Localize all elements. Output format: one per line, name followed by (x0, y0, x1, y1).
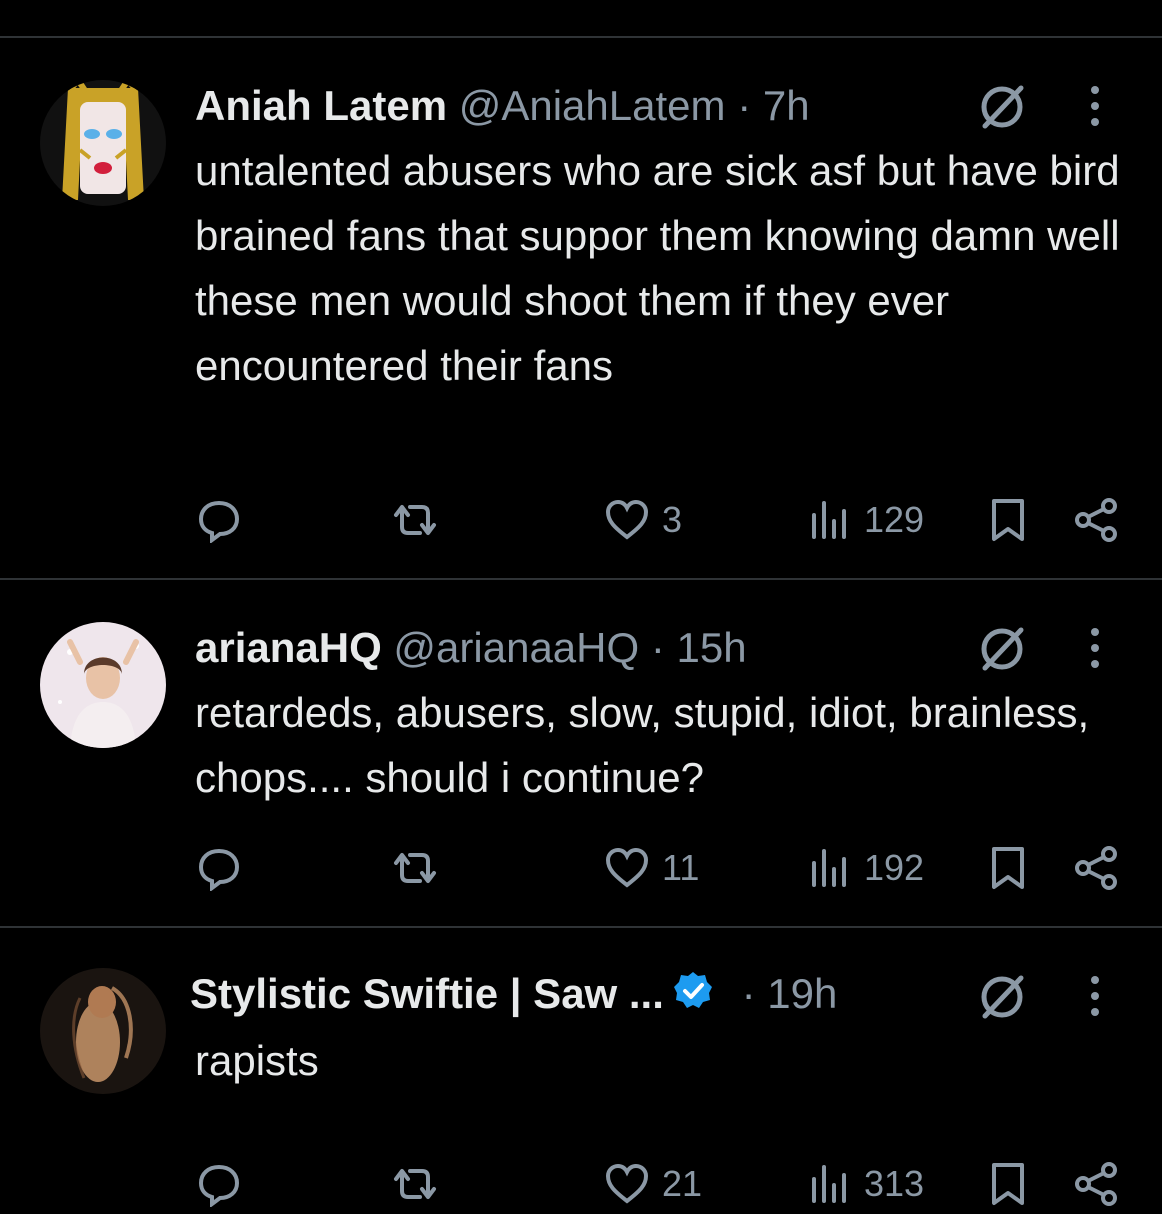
tweet-header: Stylistic Swiftie | Saw ... · 19h (190, 968, 837, 1024)
like-icon (605, 847, 649, 888)
tweet-header: arianaHQ @arianaaHQ · 15h (195, 622, 747, 674)
grok-icon[interactable] (975, 622, 1029, 676)
reply-icon (198, 1164, 240, 1207)
more-icon[interactable] (1080, 970, 1110, 1024)
display-name[interactable]: Stylistic Swiftie | Saw ... (190, 970, 664, 1017)
share-icon (1075, 846, 1117, 890)
retweet-icon (394, 1169, 436, 1199)
like-count: 3 (662, 499, 683, 540)
views-button[interactable]: 129 (806, 490, 924, 550)
like-count: 11 (662, 847, 700, 888)
like-icon (605, 1163, 649, 1204)
bookmark-button[interactable] (988, 490, 1028, 550)
tweet-text: untalented abusers who are sick asf but … (195, 147, 1120, 389)
timestamp[interactable]: 19h (767, 970, 837, 1017)
retweet-button[interactable] (390, 838, 440, 898)
timestamp[interactable]: 7h (763, 82, 810, 129)
more-icon[interactable] (1080, 622, 1110, 676)
tweet-header: Aniah Latem @AniahLatem · 7h (195, 80, 810, 132)
verified-icon (672, 970, 714, 1024)
like-button[interactable]: 21 (604, 1154, 702, 1214)
bookmark-icon (992, 499, 1024, 541)
share-button[interactable] (1072, 1154, 1120, 1214)
user-handle[interactable]: @arianaaHQ (393, 624, 639, 671)
grok-icon[interactable] (975, 970, 1029, 1024)
tweet-divider (0, 926, 1162, 928)
timestamp[interactable]: 15h (677, 624, 747, 671)
like-count: 21 (662, 1163, 703, 1204)
action-bar: 3 129 (0, 490, 1162, 550)
action-bar: 21 313 (0, 1154, 1162, 1214)
retweet-button[interactable] (390, 1154, 440, 1214)
like-button[interactable]: 11 (604, 838, 699, 898)
retweet-icon (394, 853, 436, 883)
more-icon[interactable] (1080, 80, 1110, 134)
like-button[interactable]: 3 (604, 490, 682, 550)
avatar[interactable] (40, 968, 166, 1094)
reply-button[interactable] (196, 838, 242, 898)
tweet-text: retardeds, abusers, slow, stupid, idiot,… (195, 689, 1090, 801)
separator-dot: · (737, 82, 752, 129)
views-icon (812, 501, 846, 539)
display-name[interactable]: Aniah Latem (195, 82, 447, 129)
view-count: 192 (864, 847, 925, 888)
display-name[interactable]: arianaHQ (195, 624, 382, 671)
reply-icon (198, 848, 240, 891)
share-button[interactable] (1072, 490, 1120, 550)
bookmark-icon (992, 1163, 1024, 1205)
like-icon (605, 499, 649, 540)
separator-dot: · (650, 624, 665, 671)
tweet-text: rapists (195, 1037, 319, 1084)
views-button[interactable]: 313 (806, 1154, 924, 1214)
reply-button[interactable] (196, 490, 242, 550)
views-icon (812, 849, 846, 887)
separator-dot: · (741, 970, 756, 1017)
grok-icon[interactable] (975, 80, 1029, 134)
bookmark-icon (992, 847, 1024, 889)
bookmark-button[interactable] (988, 1154, 1028, 1214)
share-button[interactable] (1072, 838, 1120, 898)
bookmark-button[interactable] (988, 838, 1028, 898)
avatar[interactable] (40, 80, 166, 206)
retweet-icon (394, 505, 436, 535)
view-count: 129 (864, 499, 925, 540)
avatar[interactable] (40, 622, 166, 748)
user-handle[interactable]: @AniahLatem (459, 82, 726, 129)
share-icon (1075, 498, 1117, 542)
views-icon (812, 1165, 846, 1203)
retweet-button[interactable] (390, 490, 440, 550)
share-icon (1075, 1162, 1117, 1206)
reply-button[interactable] (196, 1154, 242, 1214)
tweet-divider (0, 578, 1162, 580)
top-divider (0, 36, 1162, 38)
reply-icon (198, 500, 240, 543)
view-count: 313 (864, 1163, 925, 1204)
views-button[interactable]: 192 (806, 838, 924, 898)
action-bar: 11 192 (0, 838, 1162, 898)
